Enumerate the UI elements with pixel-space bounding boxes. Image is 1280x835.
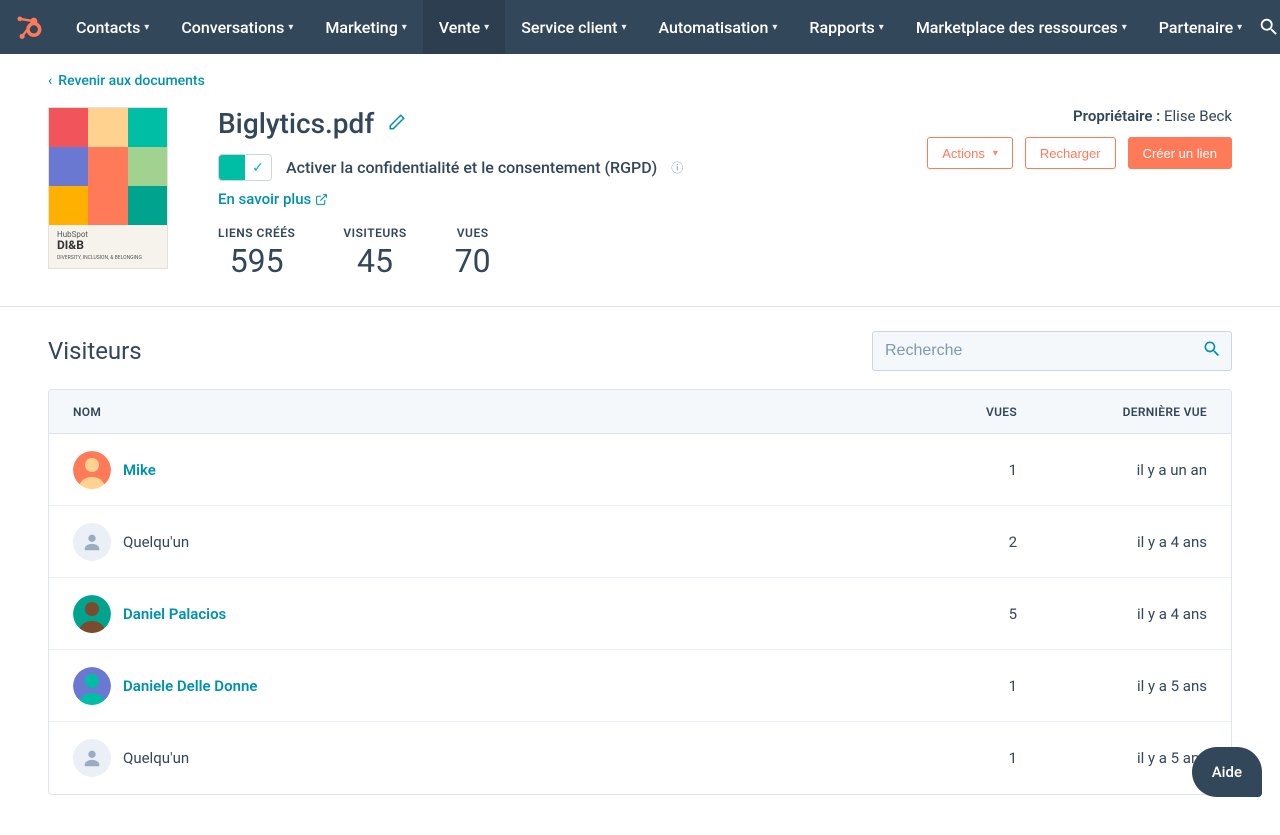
top-nav: Contacts▾ Conversations▾ Marketing▾ Vent… [0,0,1280,54]
table-row: Daniele Delle Donne 1il y a 5 ans [49,650,1231,722]
visitor-views: 5 [927,605,1017,623]
document-header: HubSpot DI&B DIVERSITY, INCLUSION, & BEL… [0,89,1280,307]
stat-views: VUES 70 [455,226,491,280]
learn-more-link[interactable]: En savoir plus [218,190,328,208]
nav-menu: Contacts▾ Conversations▾ Marketing▾ Vent… [60,0,1258,54]
document-thumbnail[interactable]: HubSpot DI&B DIVERSITY, INCLUSION, & BEL… [48,107,168,269]
chevron-down-icon: ▾ [144,22,149,33]
hubspot-logo-icon[interactable] [14,13,42,41]
table-row: Daniel Palacios 5il y a 4 ans [49,578,1231,650]
stat-views-value: 70 [455,242,491,280]
info-icon[interactable]: ⓘ [671,159,683,176]
stat-links-value: 595 [218,242,295,280]
owner-name: Elise Beck [1164,107,1232,125]
visitor-views: 1 [927,749,1017,767]
visitor-views: 2 [927,533,1017,551]
nav-utilities: 10 [1258,12,1280,42]
table-row: Quelqu'un 1il y a 5 ans [49,722,1231,794]
chevron-down-icon: ▾ [288,22,293,33]
visitor-name: Quelqu'un [123,749,189,767]
visitor-name[interactable]: Daniele Delle Donne [123,677,257,695]
visitor-views: 1 [927,677,1017,695]
visitor-views: 1 [927,461,1017,479]
search-wrapper [872,331,1232,371]
stat-links-label: LIENS CRÉÉS [218,226,295,240]
stat-visitors-value: 45 [343,242,406,280]
check-icon: ✓ [252,160,264,176]
actions-button[interactable]: Actions ▾ [927,137,1013,169]
thumb-brand-top: HubSpot [57,230,88,239]
document-title: Biglytics.pdf [218,107,374,140]
nav-vente[interactable]: Vente▾ [423,0,505,54]
visitor-name[interactable]: Daniel Palacios [123,605,226,623]
gdpr-toggle[interactable]: ✓ [218,154,272,181]
search-icon[interactable] [1258,16,1280,38]
visitor-name[interactable]: Mike [123,461,156,479]
chevron-down-icon: ▾ [993,148,998,159]
col-name: NOM [73,405,927,419]
anon-avatar-icon [73,739,111,777]
gdpr-label: Activer la confidentialité et le consent… [286,158,657,177]
document-meta: Biglytics.pdf ✓ Activer la confidentiali… [218,107,877,280]
nav-automatisation[interactable]: Automatisation▾ [643,0,794,54]
user-avatar-icon [73,595,111,633]
anon-avatar-icon [73,523,111,561]
table-row: Quelqu'un 2il y a 4 ans [49,506,1231,578]
visitor-last-view: il y a un an [1017,461,1207,479]
col-views: VUES [927,405,1017,419]
chevron-down-icon: ▾ [1122,22,1127,33]
back-link[interactable]: ‹Revenir aux documents [48,73,205,89]
nav-marketing[interactable]: Marketing▾ [309,0,422,54]
visitor-last-view: il y a 5 ans [1017,677,1207,695]
visitor-last-view: il y a 5 ans [1017,749,1207,767]
owner-label: Propriétaire : [1073,107,1160,125]
thumb-brand-sub: DIVERSITY, INCLUSION, & BELONGING [57,255,142,261]
nav-conversations[interactable]: Conversations▾ [165,0,309,54]
external-link-icon [315,193,328,206]
chevron-left-icon: ‹ [48,73,52,89]
pencil-icon[interactable] [388,113,406,135]
visitor-last-view: il y a 4 ans [1017,605,1207,623]
chevron-down-icon: ▾ [484,22,489,33]
user-avatar-icon [73,667,111,705]
owner-line: Propriétaire : Elise Beck [1073,107,1232,125]
user-avatar-icon [73,451,111,489]
help-button[interactable]: Aide [1192,747,1262,797]
stat-views-label: VUES [455,226,491,240]
visitor-last-view: il y a 4 ans [1017,533,1207,551]
visitors-table: NOM VUES DERNIÈRE VUE Mike1il y a un anQ… [48,389,1232,795]
table-row: Mike 1il y a un an [49,434,1231,506]
chevron-down-icon: ▾ [879,22,884,33]
chevron-down-icon: ▾ [621,22,626,33]
chevron-down-icon: ▾ [402,22,407,33]
reload-button[interactable]: Recharger [1025,137,1116,169]
stat-visitors: VISITEURS 45 [343,226,406,280]
search-icon[interactable] [1202,339,1222,363]
table-header-row: NOM VUES DERNIÈRE VUE [49,390,1231,434]
visitors-section: Visiteurs NOM VUES DERNIÈRE VUE Mike1il … [0,307,1280,835]
chevron-down-icon: ▾ [1237,22,1242,33]
nav-contacts[interactable]: Contacts▾ [60,0,165,54]
stat-links: LIENS CRÉÉS 595 [218,226,295,280]
nav-partenaire[interactable]: Partenaire▾ [1143,0,1258,54]
breadcrumb: ‹Revenir aux documents [0,54,1280,89]
create-link-button[interactable]: Créer un lien [1128,137,1232,169]
nav-marketplace[interactable]: Marketplace des ressources▾ [900,0,1143,54]
search-input[interactable] [872,331,1232,371]
visitor-name: Quelqu'un [123,533,189,551]
header-actions: Propriétaire : Elise Beck Actions ▾ Rech… [927,107,1232,169]
visitors-heading: Visiteurs [48,337,142,365]
col-last: DERNIÈRE VUE [1017,405,1207,419]
nav-service-client[interactable]: Service client▾ [505,0,642,54]
thumb-brand-main: DI&B [57,238,84,252]
nav-rapports[interactable]: Rapports▾ [793,0,899,54]
stat-visitors-label: VISITEURS [343,226,406,240]
chevron-down-icon: ▾ [772,22,777,33]
